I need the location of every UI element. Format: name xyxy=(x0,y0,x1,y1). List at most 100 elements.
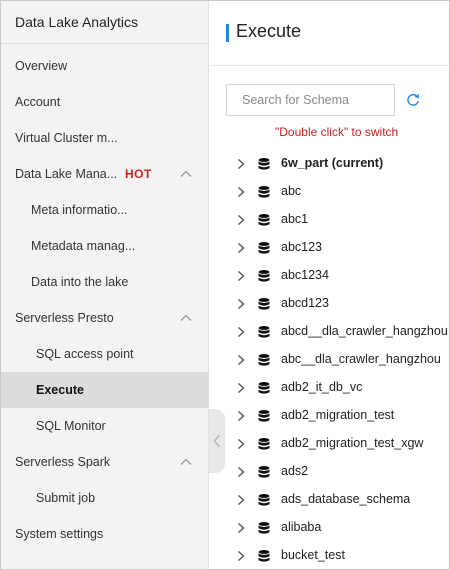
schema-tree-item[interactable]: 6w_part (current) xyxy=(210,150,449,178)
sidebar-item-label: Account xyxy=(15,95,61,109)
title-accent-bar xyxy=(226,24,229,42)
chevron-right-icon[interactable] xyxy=(236,269,246,283)
schema-name: ads_database_schema xyxy=(281,492,411,506)
chevron-right-icon[interactable] xyxy=(236,297,246,311)
sidebar-group-data-lake-management[interactable]: Data Lake Mana... HOT xyxy=(1,156,209,192)
chevron-right-icon[interactable] xyxy=(236,409,246,423)
schema-name: abc xyxy=(281,184,302,198)
chevron-up-icon[interactable] xyxy=(179,167,193,181)
sidebar-item-execute[interactable]: Execute xyxy=(1,372,209,408)
schema-name: adb2_migration_test_xgw xyxy=(281,436,424,450)
database-icon xyxy=(258,494,270,506)
sidebar-item-submit-job[interactable]: Submit job xyxy=(1,480,209,516)
schema-name: adb2_it_db_vc xyxy=(281,380,363,394)
page-title: Execute xyxy=(236,21,302,41)
sidebar-item-data-into-lake[interactable]: Data into the lake xyxy=(1,264,209,300)
chevron-right-icon[interactable] xyxy=(236,325,246,339)
chevron-right-icon[interactable] xyxy=(236,465,246,479)
chevron-right-icon[interactable] xyxy=(236,241,246,255)
sidebar-item-system-settings[interactable]: System settings xyxy=(1,516,209,552)
database-icon xyxy=(258,354,270,366)
refresh-icon[interactable] xyxy=(405,92,421,108)
schema-name: abc1 xyxy=(281,212,309,226)
schema-name: abc__dla_crawler_hangzhou xyxy=(281,352,441,366)
schema-name: alibaba xyxy=(281,520,322,534)
sidebar-item-label: Overview xyxy=(15,59,68,73)
switch-hint: "Double click" to switch xyxy=(275,125,399,139)
database-icon xyxy=(258,186,270,198)
schema-tree-item[interactable]: adb2_migration_test xyxy=(210,402,449,430)
database-icon xyxy=(258,382,270,394)
database-icon xyxy=(258,298,270,310)
sidebar-item-overview[interactable]: Overview xyxy=(1,48,209,84)
sidebar-item-label: SQL access point xyxy=(36,347,134,361)
sidebar-group-serverless-spark[interactable]: Serverless Spark xyxy=(1,444,209,480)
chevron-right-icon[interactable] xyxy=(236,521,246,535)
schema-name: abc123 xyxy=(281,240,323,254)
sidebar: Data Lake Analytics Overview Account Vir… xyxy=(1,1,209,569)
chevron-right-icon[interactable] xyxy=(236,549,246,563)
schema-tree-item[interactable]: abc123 xyxy=(210,234,449,262)
database-icon xyxy=(258,270,270,282)
sidebar-item-label: Execute xyxy=(36,383,84,397)
sidebar-item-label: Metadata manag... xyxy=(31,239,136,253)
chevron-up-icon[interactable] xyxy=(179,455,193,469)
schema-name: adb2_migration_test xyxy=(281,408,395,422)
schema-search-input[interactable] xyxy=(226,84,395,116)
schema-name: ads2 xyxy=(281,464,309,478)
sidebar-item-label: Submit job xyxy=(36,491,96,505)
chevron-right-icon[interactable] xyxy=(236,493,246,507)
database-icon xyxy=(258,158,270,170)
schema-tree-item[interactable]: adb2_migration_test_xgw xyxy=(210,430,449,458)
sidebar-item-metadata-management[interactable]: Metadata manag... xyxy=(1,228,209,264)
sidebar-title: Data Lake Analytics xyxy=(15,14,138,30)
schema-name: bucket_test xyxy=(281,548,345,562)
sidebar-item-label: System settings xyxy=(15,527,104,541)
chevron-up-icon[interactable] xyxy=(179,311,193,325)
database-icon xyxy=(258,410,270,422)
chevron-right-icon[interactable] xyxy=(236,381,246,395)
schema-tree-item[interactable]: adb2_it_db_vc xyxy=(210,374,449,402)
schema-tree-item[interactable]: abc__dla_crawler_hangzhou xyxy=(210,346,449,374)
hot-badge: HOT xyxy=(125,167,152,181)
sidebar-divider xyxy=(1,43,209,44)
page-header: Execute xyxy=(210,1,449,66)
schema-tree-item[interactable]: bucket_test xyxy=(210,542,449,569)
schema-tree-item[interactable]: abc1234 xyxy=(210,262,449,290)
sidebar-item-label: SQL Monitor xyxy=(36,419,106,433)
sidebar-item-sql-monitor[interactable]: SQL Monitor xyxy=(1,408,209,444)
schema-tree-item[interactable]: ads_database_schema xyxy=(210,486,449,514)
app-window: Data Lake Analytics Overview Account Vir… xyxy=(0,0,450,570)
schema-name: abc1234 xyxy=(281,268,329,282)
schema-tree-item[interactable]: abc1 xyxy=(210,206,449,234)
sidebar-item-label: Serverless Presto xyxy=(15,311,114,325)
database-icon xyxy=(258,550,270,562)
chevron-right-icon[interactable] xyxy=(236,353,246,367)
sidebar-item-sql-access-point[interactable]: SQL access point xyxy=(1,336,209,372)
database-icon xyxy=(258,214,270,226)
schema-tree-item[interactable]: abc xyxy=(210,178,449,206)
sidebar-item-virtual-cluster[interactable]: Virtual Cluster m... xyxy=(1,120,209,156)
schema-name: abcd123 xyxy=(281,296,329,310)
database-icon xyxy=(258,522,270,534)
schema-tree-item[interactable]: alibaba xyxy=(210,514,449,542)
database-icon xyxy=(258,242,270,254)
schema-tree-item[interactable]: abcd123 xyxy=(210,290,449,318)
chevron-right-icon[interactable] xyxy=(236,213,246,227)
chevron-right-icon[interactable] xyxy=(236,437,246,451)
database-icon xyxy=(258,326,270,338)
chevron-right-icon[interactable] xyxy=(236,157,246,171)
sidebar-item-account[interactable]: Account xyxy=(1,84,209,120)
database-icon xyxy=(258,438,270,450)
schema-name: 6w_part (current) xyxy=(281,156,384,170)
schema-tree-item[interactable]: abcd__dla_crawler_hangzhou xyxy=(210,318,449,346)
sidebar-item-label: Meta informatio... xyxy=(31,203,128,217)
database-icon xyxy=(258,466,270,478)
sidebar-item-meta-information[interactable]: Meta informatio... xyxy=(1,192,209,228)
schema-name: abcd__dla_crawler_hangzhou xyxy=(281,324,448,338)
sidebar-group-serverless-presto[interactable]: Serverless Presto xyxy=(1,300,209,336)
schema-tree-item[interactable]: ads2 xyxy=(210,458,449,486)
sidebar-item-label: Virtual Cluster m... xyxy=(15,131,118,145)
sidebar-item-label: Data into the lake xyxy=(31,275,129,289)
chevron-right-icon[interactable] xyxy=(236,185,246,199)
